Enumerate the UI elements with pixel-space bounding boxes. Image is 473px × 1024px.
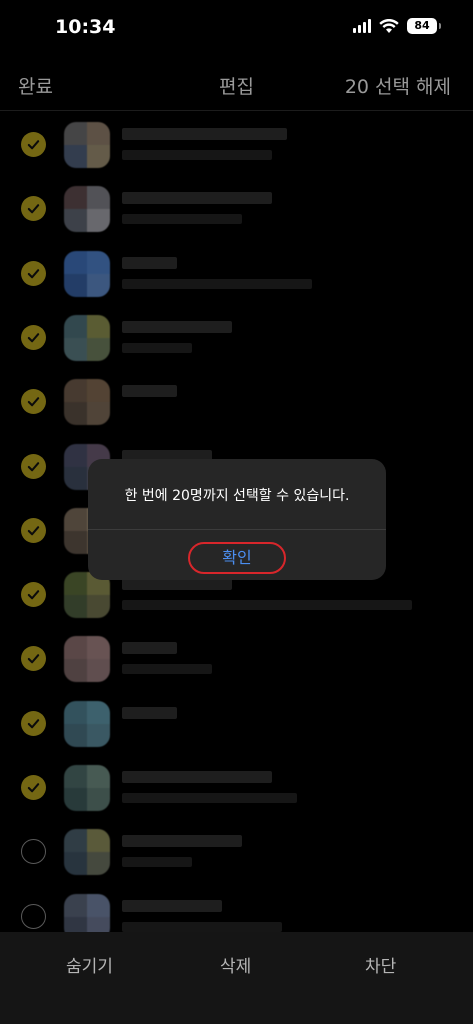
alert-divider xyxy=(88,529,386,530)
deselect-button[interactable]: 20 선택 해제 xyxy=(345,72,451,99)
alert-message: 한 번에 20명까지 선택할 수 있습니다. xyxy=(124,488,350,504)
nav-bar: 완료 편집 20 선택 해제 xyxy=(0,60,473,111)
battery-icon: 84 xyxy=(407,18,441,34)
alert-dialog: 한 번에 20명까지 선택할 수 있습니다. 확인 xyxy=(88,459,386,580)
confirm-button[interactable]: 확인 xyxy=(188,542,286,574)
wifi-icon xyxy=(379,18,399,33)
block-button[interactable]: 차단 xyxy=(365,952,396,977)
status-time: 10:34 xyxy=(55,16,116,38)
bottom-toolbar: 숨기기 삭제 차단 xyxy=(0,932,473,1024)
delete-button[interactable]: 삭제 xyxy=(220,952,251,977)
status-icons: 84 xyxy=(353,18,441,34)
status-bar: 10:34 84 xyxy=(0,0,473,56)
hide-button[interactable]: 숨기기 xyxy=(66,952,113,977)
cellular-signal-icon xyxy=(353,19,371,33)
